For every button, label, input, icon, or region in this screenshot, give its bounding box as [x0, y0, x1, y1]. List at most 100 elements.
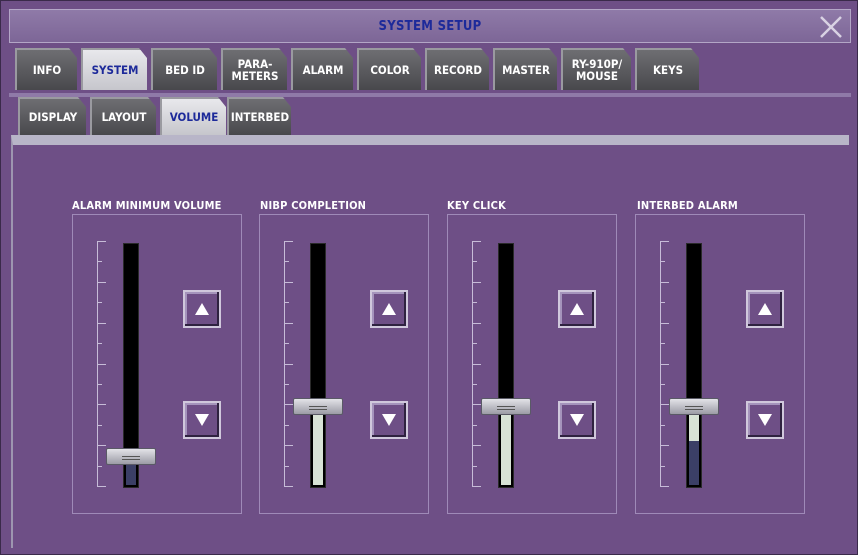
scale-tick [661, 384, 665, 385]
scale-tick [661, 404, 669, 405]
tab-info[interactable]: INFO [15, 48, 77, 90]
scale-tick [473, 302, 477, 303]
tab-ry910p-mouse[interactable]: RY-910P/ MOUSE [561, 48, 631, 90]
volume-scale [97, 241, 106, 487]
tab-master[interactable]: MASTER [493, 48, 557, 90]
scale-tick [285, 364, 293, 365]
tab-label: INTERBED [230, 110, 290, 124]
scale-tick [285, 486, 293, 487]
title-bar: SYSTEM SETUP [9, 9, 851, 43]
volume-slider-fill [313, 405, 323, 485]
volume-up-button[interactable] [183, 290, 221, 328]
scale-tick [473, 425, 477, 426]
scale-tick [98, 425, 102, 426]
scale-tick [473, 261, 477, 262]
scale-tick [285, 323, 293, 324]
tab-label: LAYOUT [101, 110, 147, 124]
scale-tick [285, 261, 289, 262]
volume-slider-track[interactable] [310, 243, 326, 488]
volume-panel: ALARM MINIMUM VOLUME NIBP COMPLETION KEY… [11, 135, 849, 548]
scale-tick [661, 486, 669, 487]
scale-tick [98, 241, 106, 242]
tab-label: INFO [32, 63, 62, 77]
nibp-completion-group [259, 214, 429, 514]
triangle-up-icon [758, 303, 772, 315]
tab-display[interactable]: DISPLAY [18, 97, 86, 135]
scale-tick [661, 466, 665, 467]
tab-color[interactable]: COLOR [357, 48, 421, 90]
tab-label: KEYS [652, 63, 684, 77]
scale-tick [661, 282, 669, 283]
scale-tick [285, 445, 293, 446]
tab-alarm[interactable]: ALARM [291, 48, 353, 90]
volume-down-button[interactable] [370, 401, 408, 439]
volume-slider-track[interactable] [498, 243, 514, 488]
group-label-nibp-completion: NIBP COMPLETION [260, 199, 367, 212]
scale-tick [661, 343, 665, 344]
tab-parameters[interactable]: PARA- METERS [221, 48, 287, 90]
scale-tick [98, 323, 106, 324]
volume-up-button[interactable] [370, 290, 408, 328]
tab-label: VOLUME [169, 110, 219, 124]
volume-slider-knob[interactable] [293, 398, 343, 415]
volume-slider-knob[interactable] [106, 448, 156, 465]
tab-divider [9, 93, 851, 97]
tab-record[interactable]: RECORD [425, 48, 489, 90]
scale-tick [285, 384, 289, 385]
group-label-interbed-alarm: INTERBED ALARM [637, 199, 738, 212]
volume-scale [472, 241, 481, 487]
window-title: SYSTEM SETUP [378, 19, 482, 34]
interbed-alarm-group [635, 214, 805, 514]
scale-tick [473, 241, 481, 242]
volume-up-button[interactable] [558, 290, 596, 328]
tab-label: SYSTEM [91, 63, 139, 77]
close-button[interactable] [818, 14, 844, 40]
tab-interbed[interactable]: INTERBED [227, 97, 291, 135]
triangle-up-icon [382, 303, 396, 315]
scale-tick [473, 364, 481, 365]
scale-tick [98, 343, 102, 344]
tab-volume[interactable]: VOLUME [160, 97, 226, 135]
scale-tick [98, 261, 102, 262]
scale-tick [98, 466, 102, 467]
volume-down-button[interactable] [558, 401, 596, 439]
tab-system[interactable]: SYSTEM [81, 48, 147, 90]
tab-bed-id[interactable]: BED ID [151, 48, 217, 90]
tab-label: MASTER [502, 63, 550, 77]
alarm-minimum-volume-group [72, 214, 242, 514]
scale-tick [473, 486, 481, 487]
tab-label: PARA- METERS [231, 57, 279, 83]
scale-tick [661, 261, 665, 262]
volume-slider-track[interactable] [686, 243, 702, 488]
tab-label: RY-910P/ MOUSE [571, 57, 623, 83]
triangle-down-icon [570, 414, 584, 426]
scale-tick [285, 343, 289, 344]
volume-up-button[interactable] [746, 290, 784, 328]
scale-tick [98, 282, 106, 283]
scale-tick [98, 364, 106, 365]
triangle-up-icon [570, 303, 584, 315]
volume-slider-knob[interactable] [481, 398, 531, 415]
tab-layout[interactable]: LAYOUT [90, 97, 156, 135]
tab-keys[interactable]: KEYS [635, 48, 699, 90]
scale-tick [98, 404, 106, 405]
scale-tick [661, 241, 669, 242]
scale-tick [285, 466, 289, 467]
volume-scale [660, 241, 669, 487]
volume-down-button[interactable] [183, 401, 221, 439]
scale-tick [285, 282, 293, 283]
scale-tick [285, 425, 289, 426]
tab-label: ALARM [302, 63, 344, 77]
group-label-key-click: KEY CLICK [447, 199, 507, 212]
volume-down-button[interactable] [746, 401, 784, 439]
scale-tick [98, 445, 106, 446]
scale-tick [661, 425, 665, 426]
scale-tick [98, 384, 102, 385]
system-setup-window: SYSTEM SETUP INFO SYSTEM BED ID PARA- ME… [0, 0, 858, 555]
scale-tick [661, 302, 665, 303]
scale-tick [285, 302, 289, 303]
scale-tick [473, 323, 481, 324]
scale-tick [473, 384, 477, 385]
volume-slider-knob[interactable] [669, 398, 719, 415]
scale-tick [473, 445, 481, 446]
